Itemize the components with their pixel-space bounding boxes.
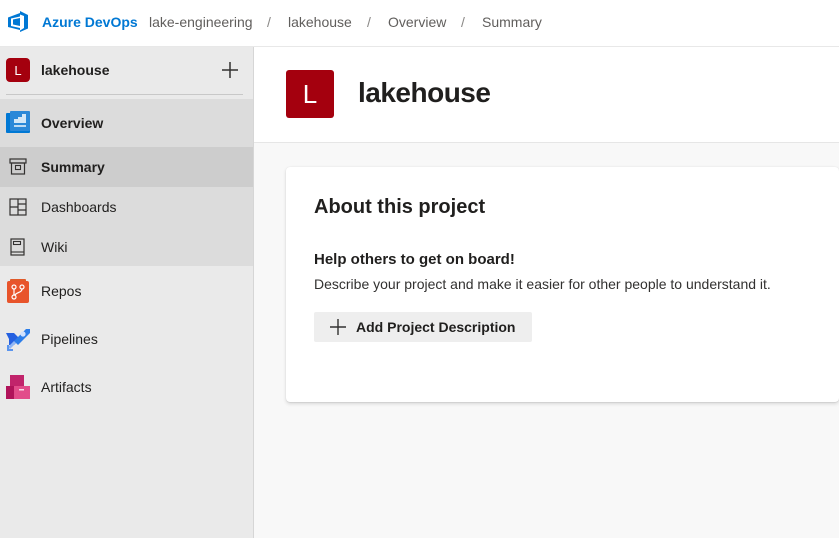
main-content: L lakehouse About this project Help othe…	[254, 47, 839, 538]
pipelines-icon	[6, 329, 30, 351]
sidebar-item-dashboards[interactable]: Dashboards	[0, 187, 253, 227]
repos-icon	[7, 279, 29, 303]
new-item-plus-icon[interactable]	[219, 59, 241, 81]
breadcrumb-separator: /	[461, 14, 465, 30]
summary-icon	[9, 158, 27, 175]
sidebar-item-label: Wiki	[41, 239, 68, 255]
project-avatar: L	[286, 70, 334, 118]
sidebar-item-label: Repos	[41, 283, 82, 299]
about-project-card: About this project Help others to get on…	[286, 167, 839, 402]
wiki-icon	[10, 238, 25, 256]
project-name[interactable]: lakehouse	[41, 62, 109, 78]
plus-icon	[330, 319, 346, 335]
top-bar: Azure DevOps lake-engineering / lakehous…	[0, 0, 839, 47]
artifacts-icon	[6, 375, 30, 399]
project-header-banner: L lakehouse	[254, 47, 839, 143]
button-label: Add Project Description	[356, 319, 516, 335]
breadcrumb-separator: /	[267, 14, 271, 30]
sidebar-item-label: Dashboards	[41, 199, 117, 215]
sidebar-item-label: Summary	[41, 159, 105, 175]
azure-devops-logo-icon[interactable]	[7, 11, 29, 33]
sidebar-item-summary[interactable]: Summary	[0, 147, 253, 187]
sidebar: L lakehouse Overview Summary Dashboards …	[0, 47, 254, 538]
breadcrumb-separator: /	[367, 14, 371, 30]
sidebar-item-overview[interactable]: Overview	[0, 99, 253, 147]
overview-icon	[6, 111, 30, 133]
divider	[6, 94, 243, 95]
sidebar-item-label: Overview	[41, 115, 104, 131]
breadcrumb-project[interactable]: lakehouse	[288, 14, 352, 30]
card-description: Describe your project and make it easier…	[314, 276, 771, 292]
breadcrumb-overview[interactable]: Overview	[388, 14, 446, 30]
brand-link[interactable]: Azure DevOps	[42, 14, 138, 30]
add-project-description-button[interactable]: Add Project Description	[314, 312, 532, 342]
project-avatar: L	[6, 58, 30, 82]
card-title: About this project	[314, 196, 486, 218]
breadcrumb-summary[interactable]: Summary	[482, 14, 542, 30]
breadcrumb-organization[interactable]: lake-engineering	[149, 14, 253, 30]
page-title: lakehouse	[358, 77, 491, 108]
dashboards-icon	[9, 198, 27, 216]
sidebar-item-label: Artifacts	[41, 379, 92, 395]
sidebar-item-wiki[interactable]: Wiki	[0, 227, 253, 267]
sidebar-item-repos[interactable]: Repos	[0, 267, 253, 315]
sidebar-item-artifacts[interactable]: Artifacts	[0, 363, 253, 411]
card-subtitle: Help others to get on board!	[314, 251, 515, 268]
project-header[interactable]: L lakehouse	[0, 47, 253, 95]
sidebar-item-label: Pipelines	[41, 331, 98, 347]
sidebar-item-pipelines[interactable]: Pipelines	[0, 315, 253, 363]
